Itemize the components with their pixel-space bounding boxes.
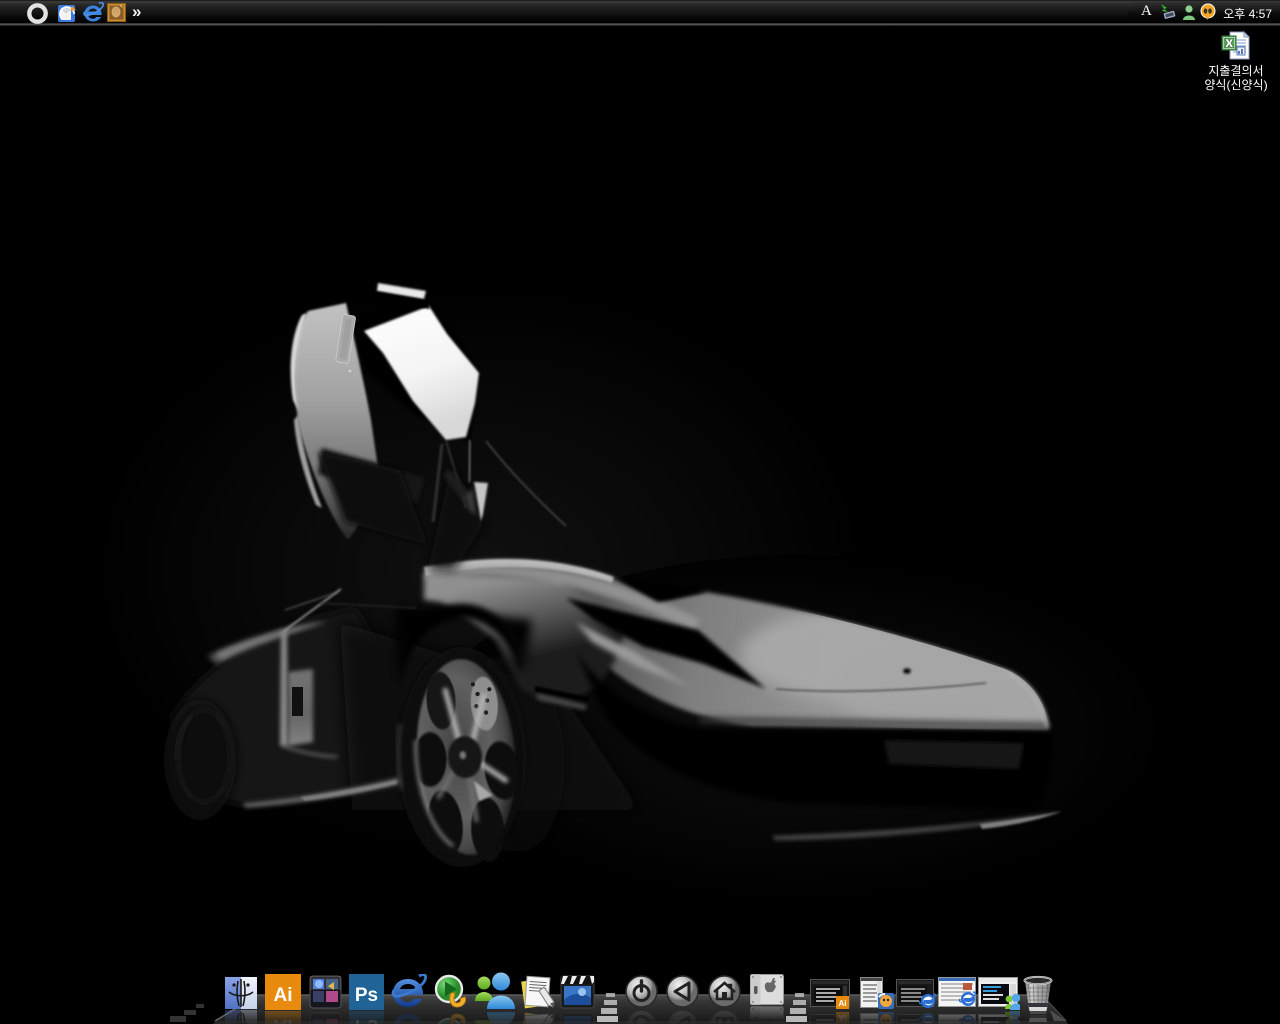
svg-text:Ps: Ps [355, 985, 378, 1006]
svg-text:Ai: Ai [274, 985, 293, 1006]
svg-text:Ai: Ai [839, 999, 847, 1008]
